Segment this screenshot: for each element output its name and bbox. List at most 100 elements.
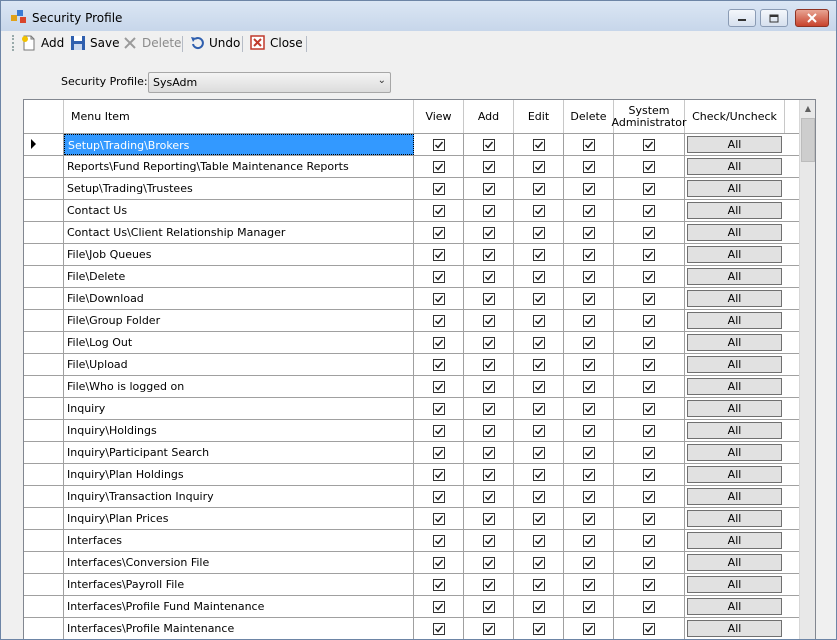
table-row[interactable]: File\Who is logged on All xyxy=(24,376,799,398)
check-all-button[interactable]: All xyxy=(687,554,782,571)
row-header[interactable] xyxy=(24,310,64,331)
table-row[interactable]: Contact Us All xyxy=(24,200,799,222)
table-row[interactable]: Reports\Fund Reporting\Table Maintenance… xyxy=(24,156,799,178)
check-all-button[interactable]: All xyxy=(687,158,782,175)
menu-item-cell[interactable]: Interfaces\Profile Fund Maintenance xyxy=(64,596,414,617)
menu-item-cell[interactable]: File\Job Queues xyxy=(64,244,414,265)
delete-checkbox[interactable] xyxy=(582,556,595,569)
add-checkbox[interactable] xyxy=(482,622,495,635)
check-all-button[interactable]: All xyxy=(687,312,782,329)
row-header[interactable] xyxy=(24,596,64,617)
sysadmin-checkbox[interactable] xyxy=(643,138,655,151)
add-checkbox[interactable] xyxy=(482,358,495,371)
row-header[interactable] xyxy=(24,134,64,155)
row-header[interactable] xyxy=(24,442,64,463)
check-all-button[interactable]: All xyxy=(687,136,782,153)
delete-checkbox[interactable] xyxy=(582,226,595,239)
edit-checkbox[interactable] xyxy=(532,226,545,239)
table-row[interactable]: File\Log Out All xyxy=(24,332,799,354)
row-header[interactable] xyxy=(24,530,64,551)
add-checkbox[interactable] xyxy=(482,182,495,195)
column-header-menu-item[interactable]: Menu Item xyxy=(64,100,414,133)
delete-checkbox[interactable] xyxy=(582,248,595,261)
add-checkbox[interactable] xyxy=(482,446,495,459)
table-row[interactable]: File\Job Queues All xyxy=(24,244,799,266)
view-checkbox[interactable] xyxy=(432,556,445,569)
check-all-button[interactable]: All xyxy=(687,576,782,593)
delete-button[interactable]: Delete xyxy=(122,34,181,52)
sysadmin-checkbox[interactable] xyxy=(643,446,655,459)
menu-item-cell[interactable]: Reports\Fund Reporting\Table Maintenance… xyxy=(64,156,414,177)
view-checkbox[interactable] xyxy=(432,270,445,283)
sysadmin-checkbox[interactable] xyxy=(643,578,655,591)
delete-checkbox[interactable] xyxy=(582,270,595,283)
view-checkbox[interactable] xyxy=(432,468,445,481)
vertical-scrollbar[interactable]: ▲ xyxy=(799,100,815,639)
view-checkbox[interactable] xyxy=(432,534,445,547)
sysadmin-checkbox[interactable] xyxy=(643,468,655,481)
view-checkbox[interactable] xyxy=(432,490,445,503)
sysadmin-checkbox[interactable] xyxy=(643,380,655,393)
maximize-button[interactable] xyxy=(760,9,788,27)
check-all-button[interactable]: All xyxy=(687,444,782,461)
row-header[interactable] xyxy=(24,156,64,177)
check-all-button[interactable]: All xyxy=(687,598,782,615)
view-checkbox[interactable] xyxy=(432,622,445,635)
sysadmin-checkbox[interactable] xyxy=(643,292,655,305)
view-checkbox[interactable] xyxy=(432,512,445,525)
column-header-system-administrator[interactable]: System Administrator xyxy=(612,100,687,133)
sysadmin-checkbox[interactable] xyxy=(643,622,655,635)
sysadmin-checkbox[interactable] xyxy=(643,600,655,613)
add-checkbox[interactable] xyxy=(482,226,495,239)
edit-checkbox[interactable] xyxy=(532,622,545,635)
add-checkbox[interactable] xyxy=(482,600,495,613)
edit-checkbox[interactable] xyxy=(532,534,545,547)
column-header-delete[interactable]: Delete xyxy=(564,100,614,133)
sysadmin-checkbox[interactable] xyxy=(643,534,655,547)
row-header[interactable] xyxy=(24,266,64,287)
check-all-button[interactable]: All xyxy=(687,246,782,263)
menu-item-cell[interactable]: Inquiry xyxy=(64,398,414,419)
add-checkbox[interactable] xyxy=(482,270,495,283)
sysadmin-checkbox[interactable] xyxy=(643,512,655,525)
add-checkbox[interactable] xyxy=(482,138,495,151)
view-checkbox[interactable] xyxy=(432,292,445,305)
add-checkbox[interactable] xyxy=(482,556,495,569)
delete-checkbox[interactable] xyxy=(582,336,595,349)
delete-checkbox[interactable] xyxy=(582,424,595,437)
row-header[interactable] xyxy=(24,552,64,573)
view-checkbox[interactable] xyxy=(432,138,445,151)
check-all-button[interactable]: All xyxy=(687,268,782,285)
delete-checkbox[interactable] xyxy=(582,622,595,635)
delete-checkbox[interactable] xyxy=(582,534,595,547)
menu-item-cell[interactable]: File\Log Out xyxy=(64,332,414,353)
security-profile-dropdown[interactable]: SysAdm ⌄ xyxy=(148,72,391,93)
edit-checkbox[interactable] xyxy=(532,512,545,525)
check-all-button[interactable]: All xyxy=(687,400,782,417)
row-header[interactable] xyxy=(24,398,64,419)
row-header[interactable] xyxy=(24,420,64,441)
delete-checkbox[interactable] xyxy=(582,160,595,173)
delete-checkbox[interactable] xyxy=(582,380,595,393)
delete-checkbox[interactable] xyxy=(582,292,595,305)
column-header-check-uncheck[interactable]: Check/Uncheck xyxy=(685,100,785,133)
sysadmin-checkbox[interactable] xyxy=(643,402,655,415)
add-checkbox[interactable] xyxy=(482,292,495,305)
row-header[interactable] xyxy=(24,244,64,265)
row-header[interactable] xyxy=(24,354,64,375)
check-all-button[interactable]: All xyxy=(687,378,782,395)
table-row[interactable]: Contact Us\Client Relationship Manager Al… xyxy=(24,222,799,244)
view-checkbox[interactable] xyxy=(432,248,445,261)
edit-checkbox[interactable] xyxy=(532,446,545,459)
menu-item-cell[interactable]: Inquiry\Participant Search xyxy=(64,442,414,463)
check-all-button[interactable]: All xyxy=(687,532,782,549)
toolbar-grip[interactable] xyxy=(12,35,16,51)
table-row[interactable]: Interfaces All xyxy=(24,530,799,552)
menu-item-cell[interactable]: Inquiry\Holdings xyxy=(64,420,414,441)
delete-checkbox[interactable] xyxy=(582,578,595,591)
add-checkbox[interactable] xyxy=(482,248,495,261)
edit-checkbox[interactable] xyxy=(532,358,545,371)
menu-item-cell[interactable]: Setup\Trading\Brokers xyxy=(64,134,414,155)
edit-checkbox[interactable] xyxy=(532,314,545,327)
column-header-add[interactable]: Add xyxy=(464,100,514,133)
